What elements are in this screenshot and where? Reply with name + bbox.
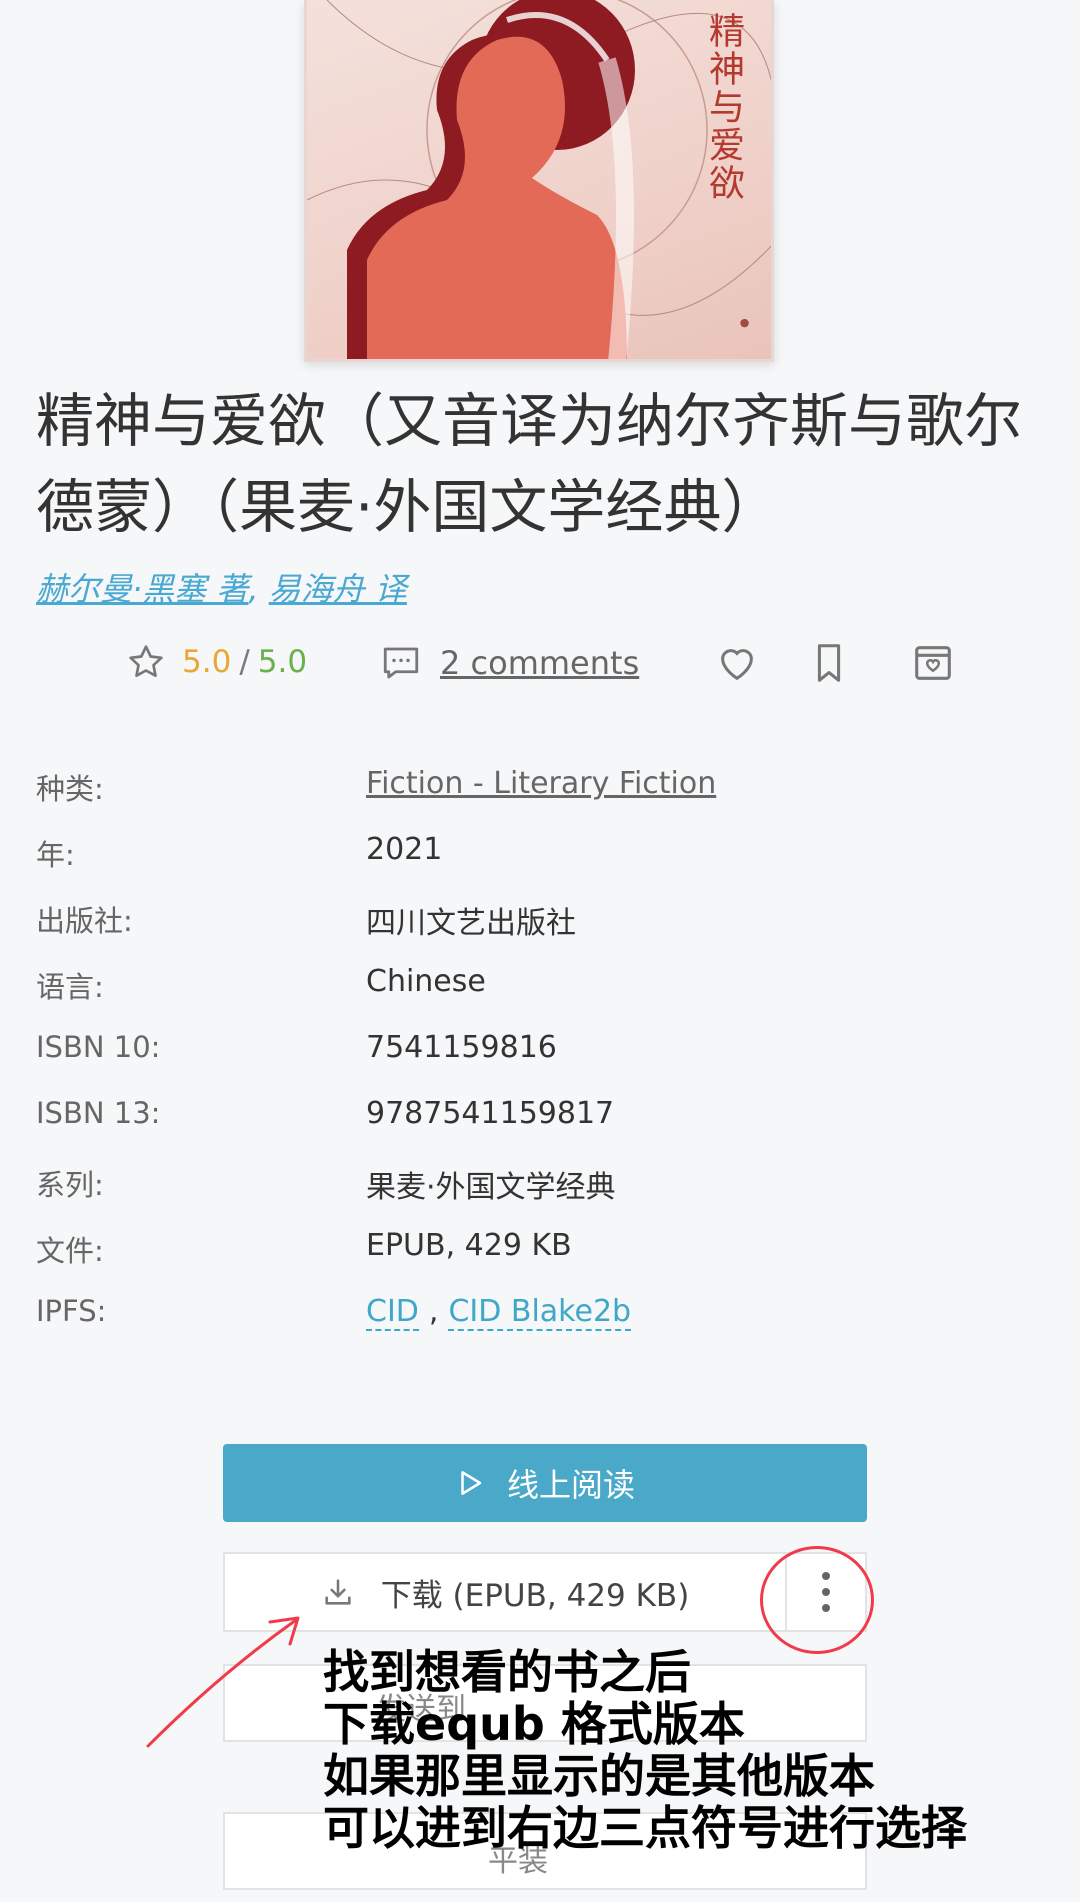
annotation-line: 找到想看的书之后 (323, 1645, 691, 1699)
comments-link[interactable]: 2 comments (380, 642, 639, 684)
book-actions-row: 5.0 / 5.0 2 comments (126, 640, 966, 690)
detail-label: 出版社: (36, 904, 133, 938)
rating-score: 5.0 (182, 644, 232, 680)
star-icon (129, 645, 163, 677)
detail-label: 种类: (36, 772, 104, 806)
annotation-line: 下载equb 格式版本 (323, 1697, 745, 1751)
author-separator: , (248, 570, 269, 608)
annotation-line: 如果那里显示的是其他版本 (323, 1749, 875, 1803)
play-icon (461, 1471, 482, 1495)
detail-value: Chinese (366, 964, 486, 999)
cover-publisher-logo: ● (738, 316, 751, 329)
detail-row-language: 语言: Chinese (36, 960, 1046, 1026)
detail-row-file: 文件: EPUB, 429 KB (36, 1224, 1046, 1290)
category-link[interactable]: Fiction - Literary Fiction (366, 766, 716, 801)
detail-row-ipfs: IPFS: CID, CID Blake2b (36, 1290, 1046, 1356)
detail-label: 年: (36, 838, 75, 872)
archive-icon[interactable] (910, 640, 956, 686)
bookmark-icon[interactable] (806, 640, 852, 686)
translator-link[interactable]: 易海舟 译 (269, 570, 407, 608)
detail-value: 果麦·外国文学经典 (366, 1170, 616, 1205)
book-title: 精神与爱欲（又音译为纳尔齐斯与歌尔德蒙）（果麦·外国文学经典） (36, 387, 1023, 541)
book-cover-image[interactable]: 精神与爱欲 ● (304, 0, 774, 362)
detail-value: 7541159816 (366, 1030, 557, 1065)
annotation-line: 可以进到右边三点符号进行选择 (323, 1801, 967, 1855)
comments-count: 2 comments (440, 644, 640, 682)
cover-title: 精神与爱欲 (703, 12, 744, 202)
book-authors: 赫尔曼·黑塞 著, 易海舟 译 (36, 564, 407, 610)
detail-label: 文件: (36, 1234, 104, 1268)
book-details: 种类: Fiction - Literary Fiction 年: 2021 出… (36, 762, 1046, 1356)
read-online-label: 线上阅读 (506, 1466, 635, 1504)
detail-row-publisher: 出版社: 四川文艺出版社 (36, 894, 1046, 960)
annotation-circle (760, 1546, 874, 1654)
rating-separator: / (239, 644, 250, 680)
ipfs-separator: , (428, 1294, 439, 1329)
detail-row-category: 种类: Fiction - Literary Fiction (36, 762, 1046, 828)
detail-label: ISBN 13: (36, 1096, 161, 1130)
rating[interactable]: 5.0 / 5.0 (126, 642, 307, 682)
detail-row-series: 系列: 果麦·外国文学经典 (36, 1158, 1046, 1224)
comment-icon (383, 647, 419, 679)
read-online-button[interactable]: 线上阅读 (223, 1444, 867, 1522)
detail-label: ISBN 10: (36, 1030, 161, 1064)
author-link[interactable]: 赫尔曼·黑塞 著 (36, 570, 248, 608)
detail-value: 2021 (366, 832, 443, 867)
rating-max: 5.0 (257, 644, 308, 680)
ipfs-blake2b-link[interactable]: CID Blake2b (448, 1294, 632, 1331)
annotation-note: 找到想看的书之后 下载equb 格式版本 如果那里显示的是其他版本 可以进到右边… (323, 1646, 967, 1854)
annotation-arrow (146, 1616, 300, 1748)
detail-value: 四川文艺出版社 (366, 906, 576, 941)
detail-row-isbn13: ISBN 13: 9787541159817 (36, 1092, 1046, 1158)
detail-label: 系列: (36, 1168, 104, 1202)
ipfs-links: CID, CID Blake2b (366, 1294, 632, 1331)
detail-label: IPFS: (36, 1294, 107, 1328)
detail-row-year: 年: 2021 (36, 828, 1046, 894)
detail-value: 9787541159817 (366, 1096, 615, 1131)
detail-value: EPUB, 429 KB (366, 1228, 572, 1263)
heart-icon[interactable] (714, 640, 760, 686)
download-label: 下载 (EPUB, 429 KB) (380, 1577, 690, 1614)
ipfs-cid-link[interactable]: CID (366, 1294, 419, 1331)
detail-row-isbn10: ISBN 10: 7541159816 (36, 1026, 1046, 1092)
download-icon (325, 1579, 351, 1605)
detail-label: 语言: (36, 970, 104, 1004)
